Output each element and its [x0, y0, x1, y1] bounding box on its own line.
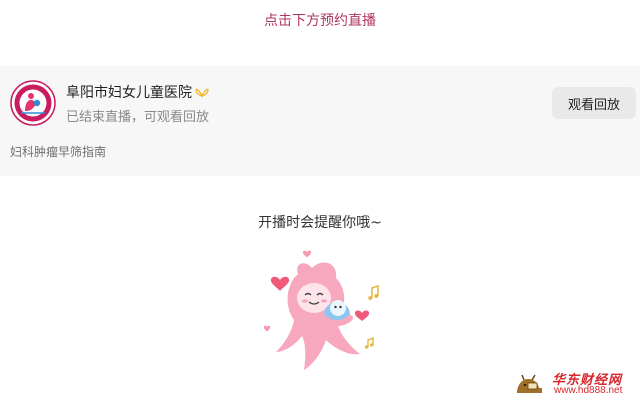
reminder-text: 开播时会提醒你哦~	[258, 215, 382, 231]
live-card: 阜阳市妇女儿童医院 已结束直播，可观看回放 观看回放 妇科肿瘤早筛指南	[0, 66, 640, 176]
hospital-logo-icon	[10, 80, 56, 126]
mascot-hugging-baby-icon	[264, 250, 379, 370]
verified-badge-icon	[195, 88, 209, 98]
live-topic: 妇科肿瘤早筛指南	[10, 145, 107, 159]
title-row: 阜阳市妇女儿童医院	[66, 82, 209, 102]
booking-prompt-link[interactable]: 点击下方预约直播	[0, 10, 640, 30]
ox-reading-icon	[517, 374, 542, 393]
watermark: 华东财经网 www.hd888.net	[514, 368, 638, 398]
hospital-name[interactable]: 阜阳市妇女儿童医院	[66, 82, 192, 102]
watch-replay-button[interactable]: 观看回放	[552, 87, 636, 119]
watermark-url: www.hd888.net	[554, 385, 623, 396]
live-status-text: 已结束直播，可观看回放	[66, 110, 210, 125]
live-reservation-page: 点击下方预约直播 阜阳市妇女儿童医院 已结束直播，可观看回放 观看回放 妇科肿瘤…	[0, 0, 640, 400]
